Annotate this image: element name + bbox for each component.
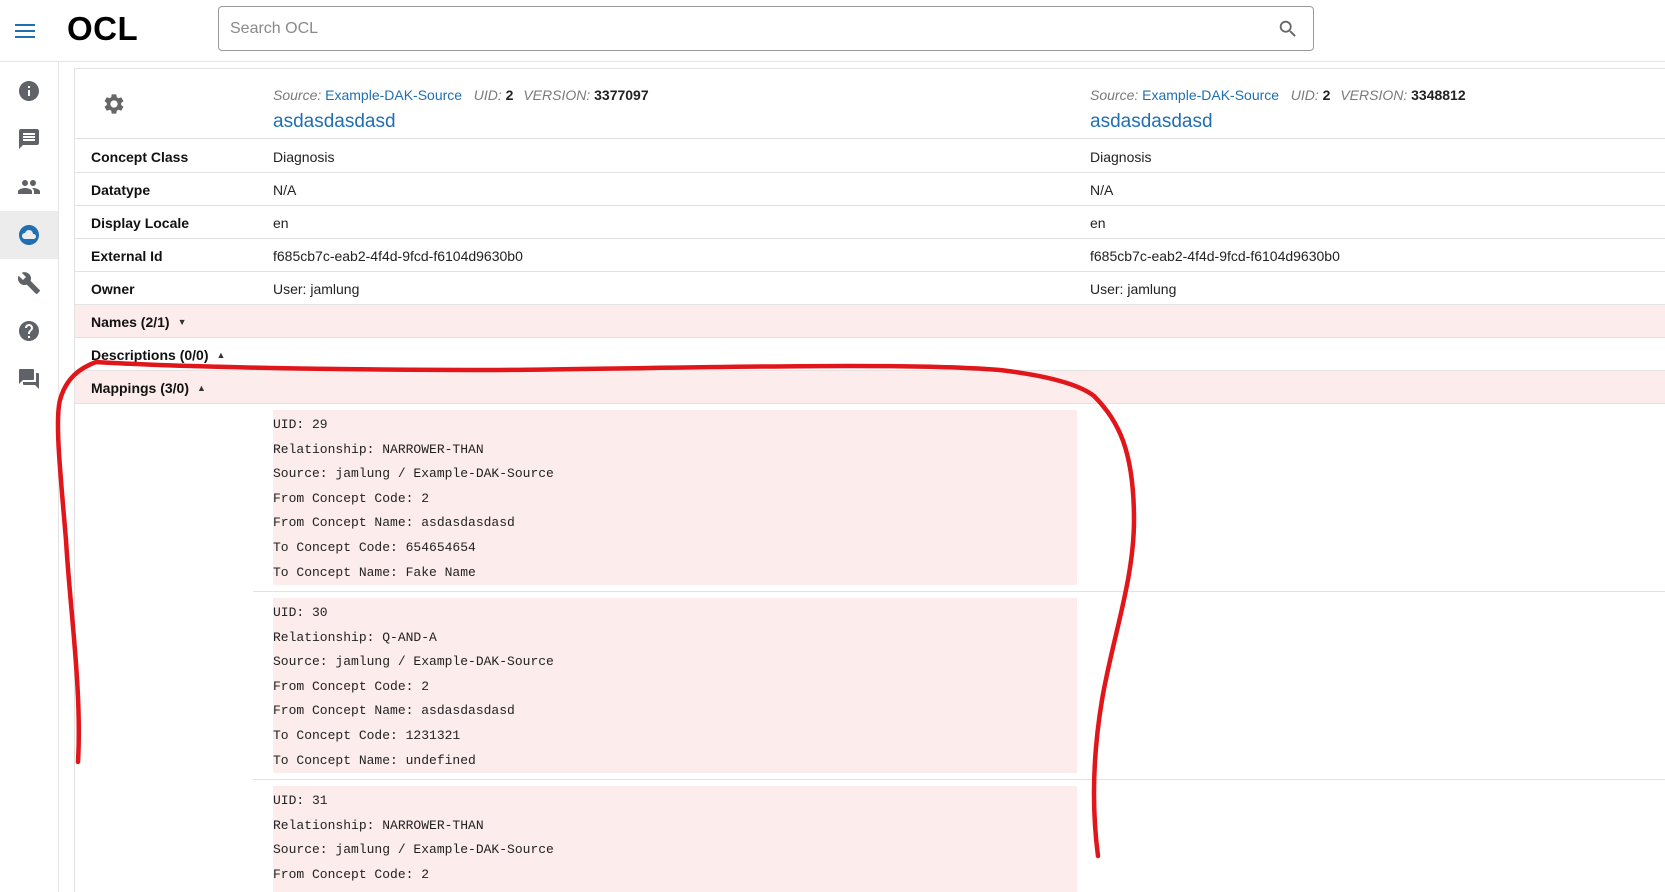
attr-row-external-id: External Id f685cb7c-eab2-4f4d-9fcd-f610…: [75, 239, 1665, 272]
version-header-row: Source: Example-DAK-Source UID: 2 VERSIO…: [75, 69, 1665, 139]
version-meta: Source: Example-DAK-Source UID: 2 VERSIO…: [273, 86, 655, 104]
attr-row-owner: Owner User: jamlung User: jamlung: [75, 272, 1665, 305]
version-value: 3377097: [594, 87, 649, 103]
version-header-left: Source: Example-DAK-Source UID: 2 VERSIO…: [273, 86, 655, 133]
mapping-line: From Concept Code: 2: [273, 678, 430, 694]
uid-label: UID:: [473, 87, 502, 103]
search-icon[interactable]: [1277, 18, 1299, 40]
version-label: VERSION:: [1340, 87, 1408, 103]
source-link[interactable]: Example-DAK-Source: [325, 87, 462, 103]
mapping-line: Relationship: NARROWER-THAN: [273, 441, 484, 457]
attr-label: Display Locale: [91, 215, 190, 231]
version-label: VERSION:: [523, 87, 591, 103]
search-box: [218, 6, 1314, 51]
attr-value-right: N/A: [1090, 182, 1114, 198]
attr-row-display-locale: Display Locale en en: [75, 206, 1665, 239]
mapping-line: Source: jamlung / Example-DAK-Source: [273, 466, 554, 482]
section-names[interactable]: Names (2/1) ▼: [75, 305, 1665, 338]
caret-up-icon[interactable]: ▲: [197, 383, 206, 393]
uid-value: 2: [1322, 87, 1331, 103]
mapping-line: From Concept Name: asdasdasdasd: [273, 703, 515, 719]
section-descriptions-label[interactable]: Descriptions (0/0) ▲: [91, 347, 225, 363]
uid-label: UID:: [1290, 87, 1319, 103]
mapping-line: UID: 30: [273, 605, 328, 620]
mapping-block: UID: 31 Relationship: NARROWER-THAN Sour…: [273, 786, 1077, 892]
version-value: 3348812: [1411, 87, 1466, 103]
sidebar: [0, 62, 59, 892]
mapping-block: UID: 29 Relationship: NARROWER-THAN Sour…: [273, 410, 1077, 585]
section-descriptions[interactable]: Descriptions (0/0) ▲: [75, 338, 1665, 371]
section-mappings-label[interactable]: Mappings (3/0) ▲: [91, 380, 206, 396]
section-label: Names (2/1): [91, 314, 170, 330]
help-icon[interactable]: [0, 307, 58, 355]
source-label: Source:: [1090, 87, 1139, 103]
caret-up-icon[interactable]: ▲: [216, 350, 225, 360]
wrench-icon[interactable]: [0, 259, 58, 307]
concept-compare-table: Source: Example-DAK-Source UID: 2 VERSIO…: [74, 68, 1665, 892]
attr-value-right: User: jamlung: [1090, 281, 1177, 297]
mapping-line: Source: jamlung / Example-DAK-Source: [273, 654, 554, 670]
menu-icon[interactable]: [12, 17, 40, 45]
attr-value-left: en: [273, 215, 289, 231]
mapping-row: UID: 31 Relationship: NARROWER-THAN Sour…: [253, 780, 1665, 892]
gear-icon[interactable]: [102, 92, 126, 116]
mapping-line: UID: 31: [273, 793, 328, 808]
mapping-row: UID: 30 Relationship: Q-AND-A Source: ja…: [253, 592, 1665, 780]
attr-value-right: f685cb7c-eab2-4f4d-9fcd-f6104d9630b0: [1090, 248, 1340, 264]
cloud-icon[interactable]: [0, 211, 58, 259]
mapping-line: Relationship: Q-AND-A: [273, 629, 437, 645]
app-logo[interactable]: OCL: [67, 10, 138, 48]
source-link[interactable]: Example-DAK-Source: [1142, 87, 1279, 103]
app-header: OCL: [0, 0, 1665, 62]
attr-row-datatype: Datatype N/A N/A: [75, 173, 1665, 206]
mapping-line: To Concept Code: 1231321: [273, 727, 461, 743]
search-input[interactable]: [230, 7, 1250, 50]
forum-icon[interactable]: [0, 355, 58, 403]
attr-label: Concept Class: [91, 149, 189, 165]
attr-row-concept-class: Concept Class Diagnosis Diagnosis: [75, 140, 1665, 173]
attr-value-right: Diagnosis: [1090, 149, 1152, 165]
mapping-block: UID: 30 Relationship: Q-AND-A Source: ja…: [273, 598, 1077, 773]
attr-value-left: Diagnosis: [273, 149, 335, 165]
attr-value-left: f685cb7c-eab2-4f4d-9fcd-f6104d9630b0: [273, 248, 523, 264]
concept-title-link[interactable]: asdasdasdasd: [273, 111, 655, 133]
attr-label: External Id: [91, 248, 163, 264]
attr-value-right: en: [1090, 215, 1106, 231]
mapping-line: Source: jamlung / Example-DAK-Source: [273, 842, 554, 858]
mapping-row: UID: 29 Relationship: NARROWER-THAN Sour…: [253, 404, 1665, 592]
mapping-line: To Concept Code: 654654654: [273, 539, 476, 555]
mapping-line: To Concept Name: undefined: [273, 752, 476, 768]
attr-value-left: User: jamlung: [273, 281, 360, 297]
people-icon[interactable]: [0, 163, 58, 211]
section-label: Mappings (3/0): [91, 380, 190, 396]
mapping-line: From Concept Name: asdasdasdasd: [273, 515, 515, 531]
uid-value: 2: [505, 87, 514, 103]
mapping-line: From Concept Code: 2: [273, 866, 430, 882]
comment-icon[interactable]: [0, 115, 58, 163]
source-label: Source:: [273, 87, 322, 103]
caret-down-icon[interactable]: ▼: [178, 317, 187, 327]
attr-label: Owner: [91, 281, 135, 297]
mapping-line: To Concept Name: Fake Name: [273, 564, 476, 580]
mapping-line: UID: 29: [273, 417, 328, 432]
mapping-line: Relationship: NARROWER-THAN: [273, 817, 484, 833]
info-icon[interactable]: [0, 67, 58, 115]
section-mappings[interactable]: Mappings (3/0) ▲: [75, 371, 1665, 404]
concept-title-link[interactable]: asdasdasdasd: [1090, 111, 1472, 133]
attr-label: Datatype: [91, 182, 151, 198]
section-names-label[interactable]: Names (2/1) ▼: [91, 314, 187, 330]
attr-value-left: N/A: [273, 182, 297, 198]
section-label: Descriptions (0/0): [91, 347, 209, 363]
version-meta: Source: Example-DAK-Source UID: 2 VERSIO…: [1090, 86, 1472, 104]
version-header-right: Source: Example-DAK-Source UID: 2 VERSIO…: [1090, 86, 1472, 133]
mapping-line: From Concept Code: 2: [273, 490, 430, 506]
